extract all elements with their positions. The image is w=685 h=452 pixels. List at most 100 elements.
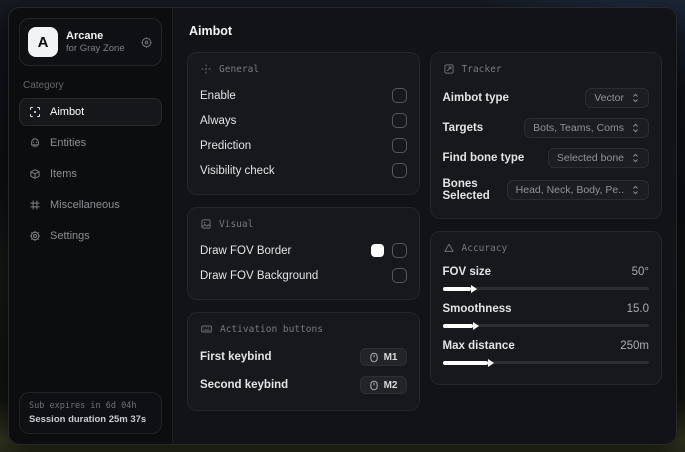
first-keybind-button[interactable]: M1: [359, 348, 407, 366]
sidebar-item-label: Miscellaneous: [50, 199, 120, 211]
fov-size-slider-group: FOV size 50°: [442, 262, 649, 299]
setting-label: Draw FOV Background: [200, 269, 319, 282]
gear-icon[interactable]: [140, 36, 153, 49]
enable-checkbox[interactable]: [391, 88, 407, 103]
fov-size-slider[interactable]: [442, 286, 649, 291]
setting-label: First keybind: [200, 351, 272, 363]
crosshair-icon: [29, 106, 41, 118]
setting-row-find-bone-type: Find bone type Selected bone: [442, 143, 649, 173]
visual-card: Visual Draw FOV Border Draw FOV Backgrou…: [187, 207, 420, 300]
selector-icon: [631, 123, 640, 133]
general-card-header: General: [200, 63, 407, 75]
sidebar-item-label: Settings: [50, 230, 90, 242]
general-card: General Enable Always Prediction Visibil…: [187, 52, 420, 195]
settings-gear-icon: [29, 230, 41, 242]
section-title: Visual: [219, 218, 254, 230]
sidebar-item-label: Aimbot: [50, 106, 85, 118]
setting-row-fov-background: Draw FOV Background: [200, 263, 407, 288]
section-title: Accuracy: [461, 242, 508, 254]
setting-label: Visibility check: [200, 164, 275, 177]
find-bone-type-dropdown[interactable]: Selected bone: [547, 148, 649, 168]
setting-label: Bones Selected: [442, 178, 490, 202]
sidebar-item-label: Entities: [50, 137, 87, 149]
bones-selected-dropdown[interactable]: Head, Neck, Body, Pe..: [506, 180, 649, 200]
setting-label: Find bone type: [442, 152, 525, 164]
setting-label: Always: [200, 114, 237, 127]
sidebar-item-aimbot[interactable]: Aimbot: [19, 98, 162, 126]
setting-row-bones-selected: Bones Selected Head, Neck, Body, Pe..: [442, 173, 649, 207]
fov-border-controls: [370, 243, 407, 258]
max-distance-slider[interactable]: [442, 360, 649, 365]
setting-label: Enable: [200, 89, 236, 102]
fov-background-checkbox[interactable]: [391, 268, 407, 283]
sidebar-nav: Aimbot Entities Items Miscellaneous Sett…: [19, 98, 162, 250]
slider-value: 15.0: [626, 303, 649, 315]
section-title: Activation buttons: [220, 323, 323, 335]
selector-icon: [631, 153, 640, 163]
setting-row-enable: Enable: [200, 83, 407, 108]
crosshair-icon: [200, 63, 212, 75]
setting-label: Second keybind: [200, 379, 289, 391]
sidebar-item-entities[interactable]: Entities: [19, 129, 162, 157]
selector-icon: [631, 93, 640, 103]
smoothness-slider-group: Smoothness 15.0: [442, 299, 649, 336]
settings-columns: General Enable Always Prediction Visibil…: [187, 52, 662, 411]
setting-row-first-keybind: First keybind M1: [200, 343, 407, 371]
section-title: General: [219, 63, 260, 75]
sidebar-item-items[interactable]: Items: [19, 160, 162, 188]
smoothness-slider[interactable]: [442, 323, 649, 328]
setting-row-visibility-check: Visibility check: [200, 158, 407, 183]
dropdown-value: Bots, Teams, Coms: [533, 122, 624, 134]
slider-fill[interactable]: [442, 360, 488, 365]
dropdown-value: Vector: [594, 92, 624, 104]
page-title: Aimbot: [189, 24, 233, 38]
tracker-card: Tracker Aimbot type Vector Targets Bots,…: [429, 52, 662, 219]
accuracy-card: Accuracy FOV size 50° Smoothness 15.0 Ma…: [429, 231, 662, 385]
tracker-icon: [443, 63, 455, 75]
sidebar-item-miscellaneous[interactable]: Miscellaneous: [19, 191, 162, 219]
setting-label: FOV size: [442, 266, 492, 278]
selector-icon: [631, 185, 640, 195]
always-checkbox[interactable]: [391, 113, 407, 128]
main-panel: Aimbot General Enable Always Prediction …: [173, 8, 676, 444]
section-title: Tracker: [461, 63, 502, 75]
app-window: A Arcane for Gray Zone Category Aimbot E…: [8, 7, 677, 445]
session-duration-text: Session duration 25m 37s: [29, 414, 147, 425]
setting-label: Draw FOV Border: [200, 244, 292, 257]
max-distance-slider-group: Max distance 250m: [442, 336, 649, 373]
sidebar: A Arcane for Gray Zone Category Aimbot E…: [9, 8, 173, 444]
dropdown-value: Head, Neck, Body, Pe..: [515, 184, 624, 196]
keybind-value: M2: [383, 379, 398, 391]
slider-fill[interactable]: [442, 323, 474, 328]
targets-dropdown[interactable]: Bots, Teams, Coms: [524, 118, 649, 138]
second-keybind-button[interactable]: M2: [359, 376, 407, 394]
sub-expires-text: Sub expires in 6d 04h: [29, 401, 137, 411]
activation-card-header: Activation buttons: [200, 323, 407, 335]
app-subtitle: for Gray Zone: [66, 43, 125, 54]
aimbot-type-dropdown[interactable]: Vector: [585, 88, 649, 108]
setting-row-targets: Targets Bots, Teams, Coms: [443, 113, 649, 143]
category-label: Category: [23, 80, 64, 91]
fov-border-checkbox[interactable]: [391, 243, 407, 258]
sliders-icon: [29, 199, 41, 211]
slider-value: 50°: [631, 266, 649, 278]
setting-row-prediction: Prediction: [200, 133, 407, 158]
box-icon: [29, 168, 41, 180]
tracker-card-header: Tracker: [443, 63, 650, 75]
setting-row-always: Always: [200, 108, 407, 133]
keyboard-icon: [200, 323, 213, 335]
prediction-checkbox[interactable]: [391, 138, 407, 153]
visual-card-header: Visual: [200, 218, 407, 230]
setting-label: Smoothness: [442, 303, 512, 315]
brand-card: A Arcane for Gray Zone: [19, 18, 162, 66]
game-background: A Arcane for Gray Zone Category Aimbot E…: [0, 0, 685, 452]
setting-label: Aimbot type: [442, 92, 509, 104]
sidebar-item-label: Items: [50, 168, 77, 180]
slider-fill[interactable]: [442, 286, 472, 291]
app-name: Arcane: [66, 30, 104, 42]
sidebar-item-settings[interactable]: Settings: [19, 222, 162, 250]
accuracy-card-header: Accuracy: [443, 242, 650, 254]
fov-border-color-swatch[interactable]: [370, 244, 384, 257]
visibility-check-checkbox[interactable]: [391, 163, 407, 178]
activation-buttons-card: Activation buttons First keybind M1 Seco…: [187, 312, 420, 411]
